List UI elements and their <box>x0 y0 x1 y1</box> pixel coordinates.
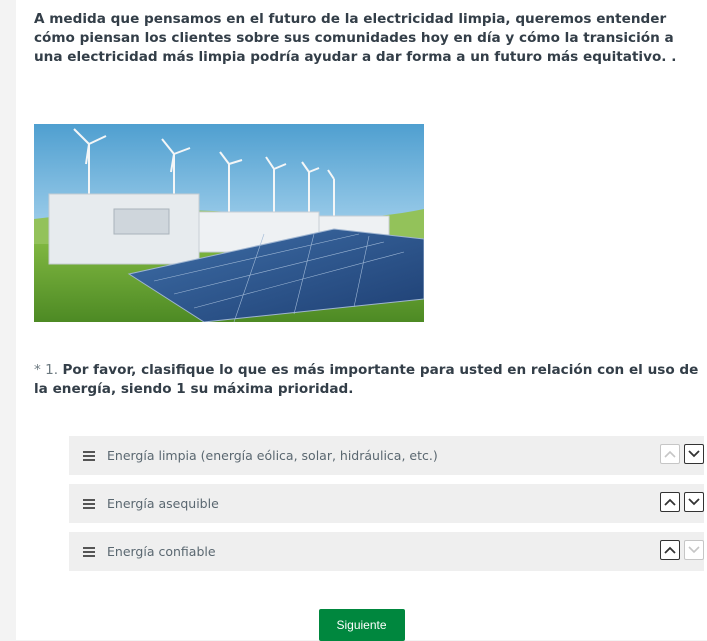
move-down-button[interactable] <box>684 492 704 512</box>
survey-page: A medida que pensamos en el futuro de la… <box>16 0 707 641</box>
question-title: * 1. Por favor, clasifique lo que es más… <box>34 361 704 399</box>
chevron-up-icon <box>664 498 676 506</box>
move-down-button[interactable] <box>684 540 704 560</box>
ranking-item[interactable]: Energía confiable <box>69 532 704 571</box>
hero-image-solar-wind <box>34 124 424 322</box>
question-number: 1. <box>45 362 59 378</box>
chevron-up-icon <box>664 546 676 554</box>
drag-handle-icon[interactable] <box>83 450 95 461</box>
question-text: Por favor, clasifique lo que es más impo… <box>34 362 699 397</box>
ranking-item-label: Energía confiable <box>107 544 216 559</box>
required-mark: * <box>34 362 46 378</box>
move-up-button[interactable] <box>660 444 680 464</box>
next-button[interactable]: Siguiente <box>318 609 405 641</box>
move-up-button[interactable] <box>660 540 680 560</box>
drag-handle-icon[interactable] <box>83 546 95 557</box>
navigation-bar: Siguiente <box>16 609 707 641</box>
move-down-button[interactable] <box>684 444 704 464</box>
solar-wind-illustration <box>34 124 424 322</box>
ranking-arrows <box>660 540 704 560</box>
intro-text: A medida que pensamos en el futuro de la… <box>34 11 677 65</box>
ranking-list: Energía limpia (energía eólica, solar, h… <box>69 436 704 580</box>
ranking-item[interactable]: Energía limpia (energía eólica, solar, h… <box>69 436 704 475</box>
ranking-item-label: Energía limpia (energía eólica, solar, h… <box>107 448 438 463</box>
drag-handle-icon[interactable] <box>83 498 95 509</box>
chevron-down-icon <box>688 546 700 554</box>
chevron-up-icon <box>664 450 676 458</box>
move-up-button[interactable] <box>660 492 680 512</box>
ranking-arrows <box>660 444 704 464</box>
chevron-down-icon <box>688 498 700 506</box>
chevron-down-icon <box>688 450 700 458</box>
ranking-arrows <box>660 492 704 512</box>
ranking-item[interactable]: Energía asequible <box>69 484 704 523</box>
ranking-item-label: Energía asequible <box>107 496 219 511</box>
